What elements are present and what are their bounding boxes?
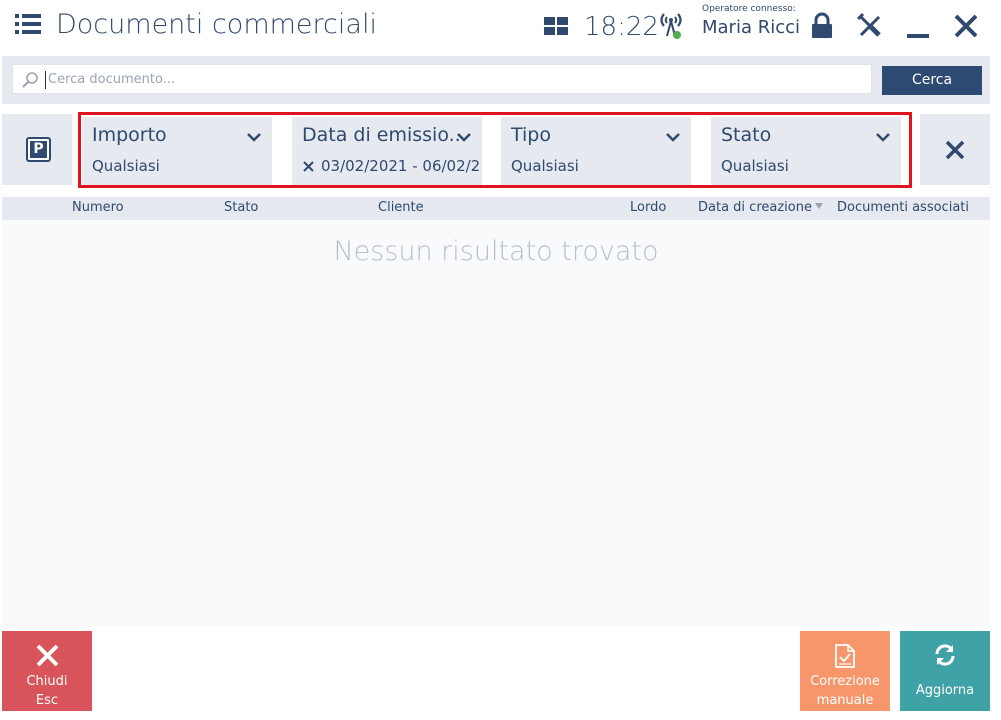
refresh-label: Aggiorna — [915, 683, 975, 698]
results-list: Nessun risultato trovato — [2, 220, 990, 626]
column-lordo[interactable]: Lordo — [630, 200, 666, 215]
connection-antenna-icon — [660, 13, 682, 39]
column-cliente[interactable]: Cliente — [378, 200, 424, 215]
search-button[interactable]: Cerca — [882, 66, 982, 95]
column-numero[interactable]: Numero — [72, 200, 124, 215]
filter-title: Tipo — [511, 124, 551, 146]
refresh-icon — [935, 644, 955, 666]
windows-grid-icon[interactable] — [544, 17, 568, 35]
filter-title: Importo — [92, 124, 167, 146]
table-header: Numero Stato Cliente Lordo Data di creaz… — [2, 197, 990, 220]
chevron-down-icon — [247, 133, 261, 142]
minimize-icon[interactable] — [902, 10, 934, 42]
close-icon — [36, 644, 59, 667]
filter-data-emissione[interactable]: Data di emissio... 03/02/2021 - 06/02/20 — [292, 117, 482, 185]
close-icon — [945, 140, 965, 160]
parked-documents-button[interactable]: P — [2, 114, 72, 185]
refresh-button[interactable]: Aggiorna — [900, 631, 990, 711]
filter-value: Qualsiasi — [511, 157, 579, 175]
column-stato[interactable]: Stato — [224, 200, 258, 215]
filter-value: 03/02/2021 - 06/02/20 — [321, 157, 481, 175]
column-documenti-associati[interactable]: Documenti associati — [837, 200, 969, 215]
close-button[interactable]: Chiudi Esc — [2, 631, 92, 711]
header-bar: Documenti commerciali 18:22 Operatore co… — [0, 0, 1001, 54]
filter-stato[interactable]: Stato Qualsiasi — [711, 117, 901, 185]
filter-value: Qualsiasi — [721, 157, 789, 175]
filter-title: Data di emissio... — [302, 124, 467, 146]
filter-title: Stato — [721, 124, 772, 146]
search-input[interactable]: Cerca documento... — [12, 64, 872, 94]
operator-label: Operatore connesso: — [702, 4, 796, 14]
column-data-creazione[interactable]: Data di creazione — [698, 200, 823, 215]
operator-name[interactable]: Maria Ricci — [702, 17, 800, 38]
correction-label-line1: Correzione — [810, 674, 880, 689]
page-title: Documenti commerciali — [56, 9, 377, 40]
sort-descending-icon — [814, 203, 823, 209]
chevron-down-icon — [876, 133, 890, 142]
document-check-icon — [835, 644, 855, 668]
close-window-icon[interactable] — [950, 10, 982, 42]
parking-icon: P — [26, 137, 51, 162]
menu-icon[interactable] — [15, 14, 41, 36]
lock-icon[interactable] — [806, 10, 838, 42]
tools-icon[interactable] — [854, 10, 886, 42]
column-label: Data di creazione — [698, 200, 812, 215]
close-shortcut: Esc — [35, 693, 59, 708]
filter-value: Qualsiasi — [92, 157, 160, 175]
filter-tipo[interactable]: Tipo Qualsiasi — [501, 117, 691, 185]
correction-label-line2: manuale — [816, 693, 874, 708]
search-placeholder: Cerca documento... — [48, 72, 176, 87]
manual-correction-button[interactable]: Correzione manuale — [800, 631, 890, 711]
search-bar: Cerca documento... Cerca — [2, 56, 990, 104]
text-cursor — [45, 71, 46, 89]
chevron-down-icon — [457, 133, 471, 142]
filter-importo[interactable]: Importo Qualsiasi — [82, 117, 272, 185]
empty-results-message: Nessun risultato trovato — [333, 236, 659, 267]
clock: 18:22 — [584, 12, 659, 42]
clear-filter-icon[interactable] — [303, 161, 314, 172]
chevron-down-icon — [666, 133, 680, 142]
search-icon — [22, 72, 38, 88]
clear-filters-button[interactable] — [920, 114, 990, 185]
close-label: Chiudi — [26, 674, 68, 689]
